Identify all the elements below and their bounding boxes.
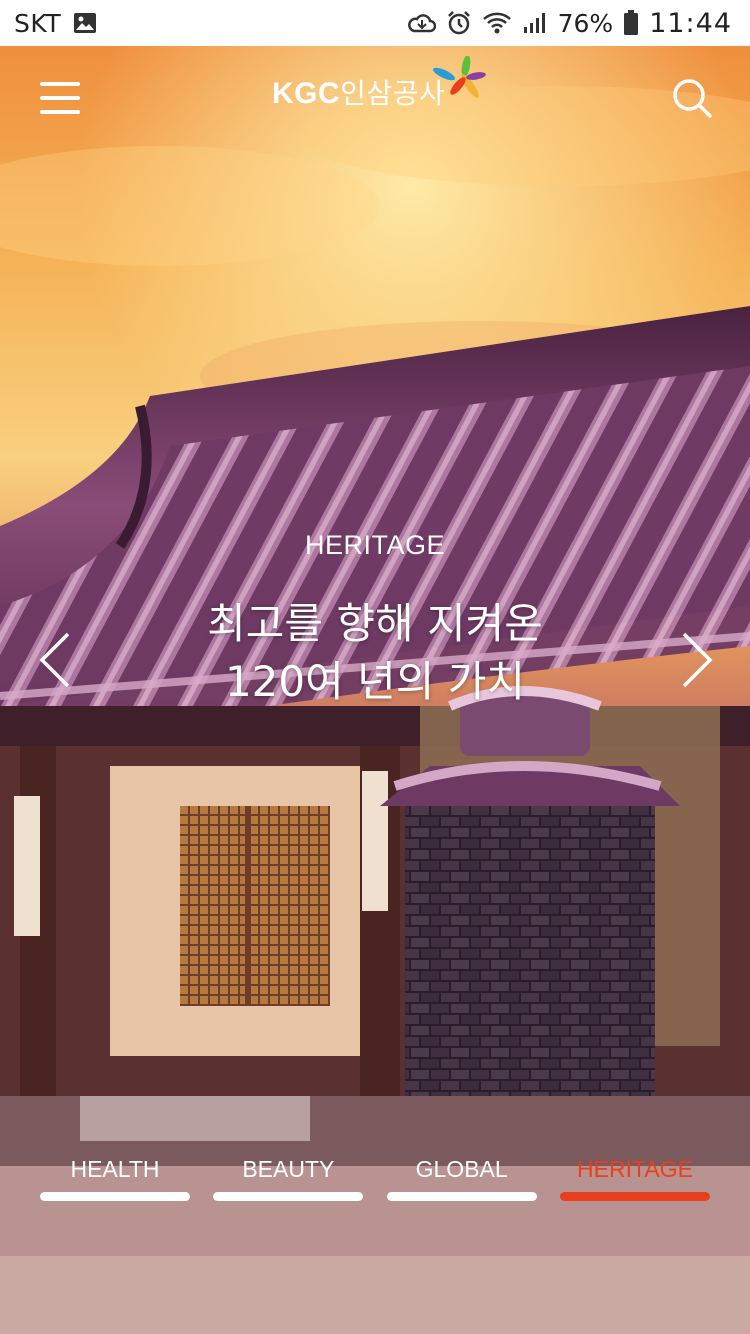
hero-caption: HERITAGE 최고를 향해 지켜온 120여 년의 가치	[0, 530, 750, 711]
tab-label: HEALTH	[70, 1156, 160, 1182]
status-bar-left: SKT	[14, 9, 97, 38]
hero-title: 최고를 향해 지켜온 120여 년의 가치	[0, 595, 750, 711]
battery-percent: 76%	[557, 8, 614, 38]
logo-brand: KGC	[272, 77, 341, 110]
tab-label: GLOBAL	[415, 1156, 508, 1182]
top-navigation: KGC인삼공사	[0, 46, 750, 156]
tab-label: BEAUTY	[242, 1156, 335, 1182]
logo-pinwheel-icon	[432, 56, 486, 98]
hero-kicker: HERITAGE	[304, 530, 445, 560]
tab-label: HERITAGE	[577, 1156, 693, 1182]
hamburger-menu-icon[interactable]	[40, 82, 80, 114]
category-tabs: HEALTH BEAUTY GLOBAL HERITAGE	[40, 1156, 710, 1206]
clock: 11:44	[649, 7, 732, 39]
next-slide-chevron-icon[interactable]	[676, 630, 716, 690]
hero-title-line1: 최고를 향해 지켜온	[207, 599, 543, 648]
alarm-icon	[447, 11, 470, 35]
previous-slide-chevron-icon[interactable]	[36, 630, 76, 690]
tab-beauty[interactable]: BEAUTY	[213, 1156, 364, 1206]
signal-icon	[523, 13, 545, 33]
hero-title-line2: 120여 년의 가치	[224, 657, 526, 706]
carrier-label: SKT	[14, 8, 62, 38]
tab-indicator	[213, 1192, 364, 1201]
tab-global[interactable]: GLOBAL	[386, 1156, 537, 1206]
cloud-sync-icon	[407, 14, 436, 33]
kgc-logo[interactable]: KGC인삼공사	[272, 56, 502, 120]
status-bar-right: 76% 11:44	[407, 7, 732, 39]
tab-indicator	[40, 1192, 190, 1201]
status-bar: SKT 76% 11:44	[0, 0, 750, 46]
tab-indicator	[386, 1192, 537, 1201]
logo-text: KGC인삼공사	[272, 72, 445, 120]
image-icon	[74, 13, 97, 33]
battery-icon	[624, 10, 639, 35]
wifi-icon	[482, 12, 511, 34]
tab-health[interactable]: HEALTH	[40, 1156, 190, 1206]
tab-heritage[interactable]: HERITAGE	[559, 1156, 710, 1206]
search-icon[interactable]	[670, 76, 714, 120]
tab-indicator	[559, 1192, 710, 1201]
